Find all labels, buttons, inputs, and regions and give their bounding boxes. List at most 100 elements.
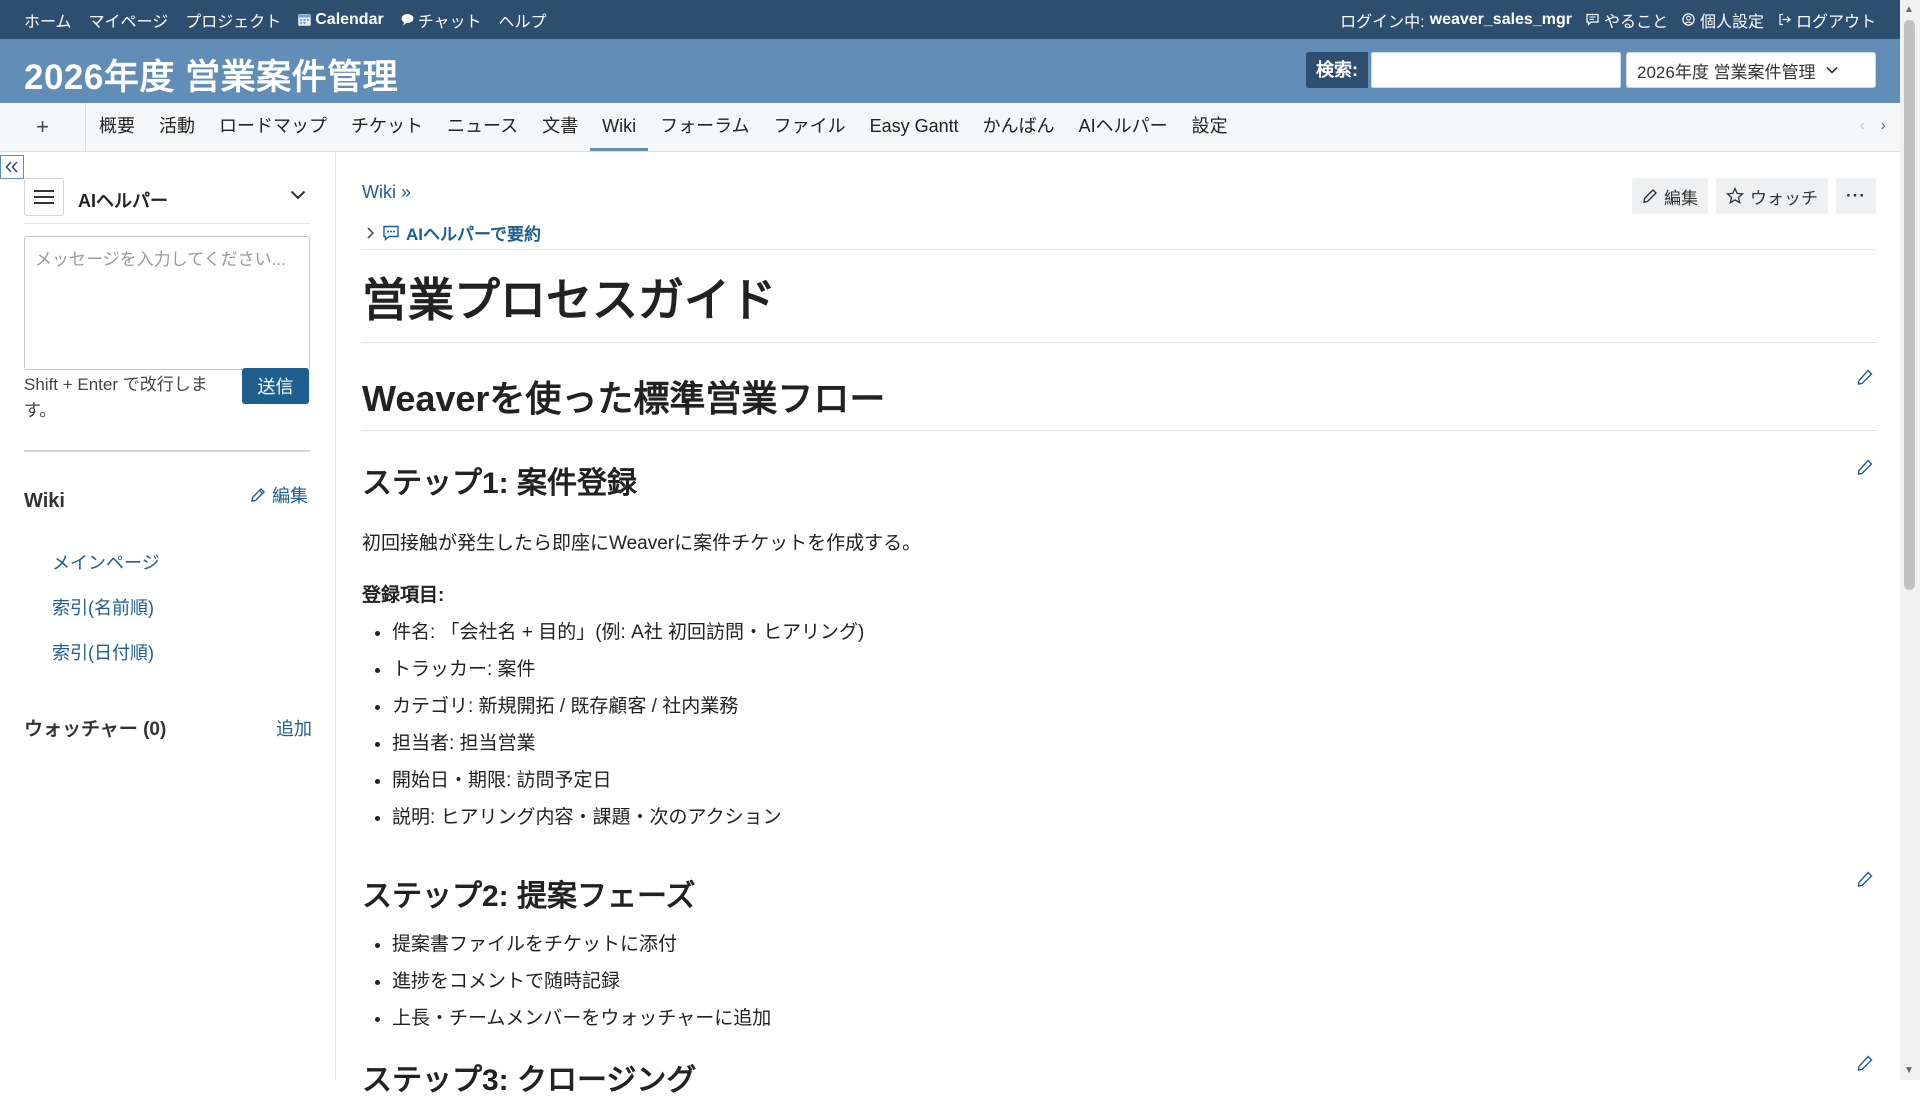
edit-button-label: 編集: [1664, 188, 1699, 208]
tab-overview[interactable]: 概要: [87, 103, 147, 151]
project-tabs: 概要 活動 ロードマップ チケット ニュース 文書 Wiki フォーラム ファイ…: [87, 103, 1240, 151]
logged-in-label: ログイン中:: [1340, 13, 1425, 31]
tab-documents[interactable]: 文書: [530, 103, 590, 151]
hamburger-icon: [34, 190, 54, 204]
pencil-icon[interactable]: [1856, 870, 1874, 888]
todo-link[interactable]: やること: [1586, 8, 1668, 32]
logged-in-indicator: ログイン中: weaver_sales_mgr: [1340, 8, 1572, 32]
ai-summary-toggle[interactable]: AIヘルパーで要約: [366, 220, 541, 245]
top-menu-projects[interactable]: プロジェクト: [185, 8, 281, 32]
sidebar-collapse-button[interactable]: [0, 155, 24, 179]
content-actions: 編集 ウォッチ ···: [1632, 178, 1876, 214]
wiki-sidebar-title: Wiki: [24, 490, 65, 512]
project-title[interactable]: 2026年度 営業案件管理: [24, 49, 398, 100]
calendar-label: Calendar: [315, 10, 384, 28]
new-object-button[interactable]: +: [0, 103, 86, 151]
wiki-content: Wiki » 編集 ウォッチ ··· AIヘルパーで要約 営業プロセスガイド W…: [362, 152, 1876, 1097]
scrollbar-thumb[interactable]: [1904, 20, 1915, 590]
pencil-icon: [251, 488, 265, 502]
ai-newline-hint: Shift + Enter で改行します。: [24, 375, 208, 420]
list-item: トラッカー: 案件: [392, 651, 864, 688]
calendar-icon: [298, 14, 312, 26]
watch-button[interactable]: ウォッチ: [1716, 178, 1829, 214]
tab-activity[interactable]: 活動: [147, 103, 207, 151]
top-menu-calendar[interactable]: Calendar: [298, 10, 384, 29]
tab-easy-gantt[interactable]: Easy Gantt: [858, 103, 971, 151]
tab-scroll-left-icon[interactable]: ‹: [1859, 117, 1864, 135]
tab-files[interactable]: ファイル: [762, 103, 858, 151]
main-menu: + 概要 活動 ロードマップ チケット ニュース 文書 Wiki フォーラム フ…: [0, 103, 1900, 152]
scroll-up-arrow-icon[interactable]: ▲: [1904, 4, 1914, 15]
registration-list: 件名: 「会社名 + 目的」(例: A社 初回訪問・ヒアリング) トラッカー: …: [362, 614, 864, 836]
project-jump-select[interactable]: 2026年度 営業案件管理: [1626, 52, 1876, 88]
search-label: 検索:: [1306, 52, 1368, 88]
tab-kanban[interactable]: かんばん: [971, 103, 1067, 151]
send-button[interactable]: 送信: [242, 368, 309, 404]
top-menu-chat[interactable]: チャット: [401, 8, 482, 32]
top-menu: ホーム マイページ プロジェクト Calendar チャット ヘルプ ログイン中…: [0, 0, 1900, 39]
tab-wiki[interactable]: Wiki: [590, 103, 649, 151]
watchers-title: ウォッチャー (0): [24, 719, 167, 740]
step1-heading: ステップ1: 案件登録: [362, 467, 638, 500]
list-item: カテゴリ: 新規開拓 / 既存顧客 / 社内業務: [392, 688, 864, 725]
scroll-down-arrow-icon[interactable]: ▼: [1904, 1065, 1914, 1076]
logout-icon: [1779, 13, 1791, 26]
ai-helper-title: AIヘルパー: [78, 191, 168, 211]
sidebar-link-main-page[interactable]: メインページ: [52, 549, 160, 575]
step1-description: 初回接触が発生したら即座にWeaverに案件チケットを作成する。: [362, 533, 922, 554]
settings-label: 個人設定: [1699, 13, 1764, 31]
ai-summary-row: AIヘルパーで要約: [362, 220, 1876, 250]
sidebar: AIヘルパー Shift + Enter で改行します。 送信 Wiki 編集 …: [0, 152, 336, 1080]
ai-summary-label: AIヘルパーで要約: [406, 225, 541, 244]
tab-issues[interactable]: チケット: [339, 103, 435, 151]
pencil-icon: [1643, 189, 1658, 203]
top-menu-mypage[interactable]: マイページ: [89, 8, 169, 32]
double-chevron-left-icon: [5, 161, 18, 173]
breadcrumb-wiki-link[interactable]: Wiki »: [362, 182, 411, 202]
project-select-value: 2026年度 営業案件管理: [1637, 62, 1816, 82]
tab-settings[interactable]: 設定: [1180, 103, 1240, 151]
tab-scroll-arrows: ‹ ›: [1859, 117, 1886, 135]
pencil-icon[interactable]: [1856, 458, 1874, 476]
sidebar-link-index-by-title[interactable]: 索引(名前順): [52, 594, 154, 620]
list-item: 件名: 「会社名 + 目的」(例: A社 初回訪問・ヒアリング): [392, 614, 864, 651]
list-item: 提案書ファイルをチケットに添付: [392, 926, 771, 963]
logout-link[interactable]: ログアウト: [1778, 8, 1876, 32]
top-menu-home[interactable]: ホーム: [24, 8, 72, 32]
username-link[interactable]: weaver_sales_mgr: [1430, 11, 1572, 29]
breadcrumb[interactable]: Wiki »: [362, 182, 411, 203]
ai-helper-header: AIヘルパー: [24, 176, 310, 224]
tab-roadmap[interactable]: ロードマップ: [207, 103, 339, 151]
pencil-icon[interactable]: [1856, 1054, 1874, 1072]
tab-news[interactable]: ニュース: [435, 103, 530, 151]
more-actions-button[interactable]: ···: [1836, 178, 1876, 214]
list-item: 説明: ヒアリング内容・課題・次のアクション: [392, 799, 864, 836]
step3-heading: ステップ3: クロージング: [362, 1064, 697, 1097]
hamburger-menu-button[interactable]: [24, 178, 64, 216]
page-scrollbar[interactable]: ▲ ▼: [1900, 0, 1920, 1080]
top-menu-help[interactable]: ヘルプ: [499, 8, 547, 32]
chat-summary-icon: [383, 225, 399, 241]
chevron-down-icon[interactable]: [290, 190, 306, 200]
wiki-sidebar-edit-link[interactable]: 編集: [250, 482, 308, 508]
tab-scroll-right-icon[interactable]: ›: [1881, 117, 1886, 135]
tab-ai-helper[interactable]: AIヘルパー: [1067, 103, 1180, 151]
chat-bubble-icon: [401, 14, 414, 26]
wiki-sidebar-edit-label: 編集: [272, 486, 308, 506]
wiki-page-title: 営業プロセスガイド: [362, 264, 1876, 343]
tab-forums[interactable]: フォーラム: [648, 103, 761, 151]
settings-link[interactable]: 個人設定: [1682, 8, 1764, 32]
list-item: 上長・チームメンバーをウォッチャーに追加: [392, 1000, 771, 1037]
edit-button[interactable]: 編集: [1632, 178, 1709, 214]
todo-label: やること: [1603, 13, 1668, 31]
list-item: 進捗をコメントで随時記録: [392, 963, 771, 1000]
add-watcher-link[interactable]: 追加: [276, 715, 312, 741]
sidebar-link-index-by-date[interactable]: 索引(日付順): [52, 639, 154, 665]
ai-message-input[interactable]: [24, 236, 310, 370]
search-input[interactable]: [1371, 52, 1621, 88]
list-item: 担当者: 担当営業: [392, 725, 864, 762]
section-heading: Weaverを使った標準営業フロー: [362, 370, 1876, 431]
chevron-right-icon: [367, 226, 375, 239]
step2-heading: ステップ2: 提案フェーズ: [362, 880, 696, 913]
pencil-icon[interactable]: [1856, 368, 1874, 386]
